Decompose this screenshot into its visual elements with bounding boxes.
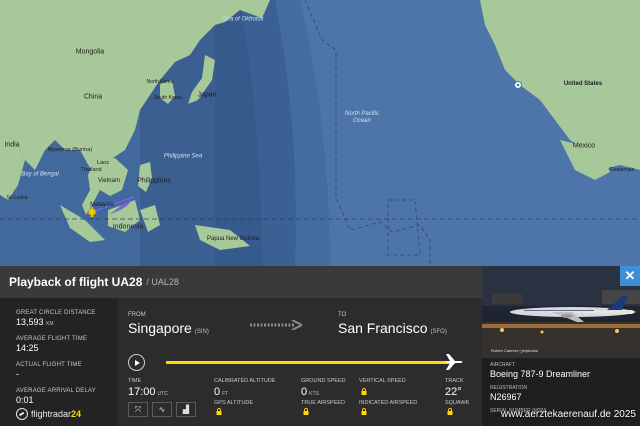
flight-stats: GREAT CIRCLE DISTANCE 13,593 KM AVERAGE … xyxy=(0,298,118,426)
timeline-plane-icon[interactable] xyxy=(441,352,465,372)
stat-value-avg-flight-time: 14:25 xyxy=(16,343,39,353)
watermark: www.aerztekaerenauf.de 2025 xyxy=(500,409,636,420)
calibrated-altitude-value: 0 FT xyxy=(214,386,229,398)
origin-city: Singapore (SIN) xyxy=(128,320,209,336)
north-america-land xyxy=(480,0,640,170)
aircraft-type-value: Boeing 787-9 Dreamliner xyxy=(490,369,591,379)
stat-label-arrival-delay: AVERAGE ARRIVAL DELAY xyxy=(16,388,97,394)
map-label-laos: Laos xyxy=(97,160,109,166)
map-label-south-korea: South Korea xyxy=(154,95,182,101)
track-label: TRACK xyxy=(445,378,464,384)
map-label-guatemala: Guatemala xyxy=(609,167,635,173)
map-label-sea-of-okhotsk: Sea of Okhotsk xyxy=(222,16,264,23)
play-icon xyxy=(134,359,140,366)
map-label-papua-new-guinea: Papua New Guinea xyxy=(206,236,260,242)
stat-value-actual-flight-time: - xyxy=(16,369,19,379)
aircraft-photo[interactable] xyxy=(482,266,640,358)
stat-label-avg-flight-time: AVERAGE FLIGHT TIME xyxy=(16,336,88,342)
flightradar24-logo[interactable]: flightradar 24 xyxy=(16,408,81,420)
map-label-philippines: Philippines xyxy=(137,177,171,185)
playback-title: Playback of flight UA28 xyxy=(9,275,143,289)
expand-icon: ⤧ xyxy=(134,404,142,414)
map-label-indonesia: Indonesia xyxy=(112,223,144,231)
calibrated-altitude-label: CALIBRATED ALTITUDE xyxy=(214,378,276,384)
expand-button[interactable]: ⤧ xyxy=(128,402,148,417)
map-label-vietnam: Vietnam xyxy=(98,178,120,184)
vertical-speed-label: VERTICAL SPEED xyxy=(359,378,406,384)
registration-value: N26967 xyxy=(490,392,522,402)
map-label-north-pacific: North Pacific Ocean xyxy=(344,111,379,124)
map-label-thailand: Thailand xyxy=(80,167,102,173)
map-label-mongolia: Mongolia xyxy=(75,48,105,56)
lock-icon xyxy=(361,408,367,415)
chart-button[interactable]: ▟ xyxy=(176,402,196,417)
ground-speed-label: GROUND SPEED xyxy=(301,378,346,384)
track-value: 22° xyxy=(445,386,462,398)
brand-name: flightradar xyxy=(31,409,72,419)
lock-icon xyxy=(361,388,367,395)
eez-boundary xyxy=(387,199,421,256)
stat-label-actual-flight-time: ACTUAL FLIGHT TIME xyxy=(16,362,82,368)
lock-icon xyxy=(447,408,453,415)
playback-header: Playback of flight UA28 / UAL28 xyxy=(0,266,482,298)
true-airspeed-label: TRUE AIRSPEED xyxy=(301,400,346,406)
map-label-malaysia: Malaysia xyxy=(90,202,114,208)
playback-callsign: / UAL28 xyxy=(146,277,179,287)
route-arrow-icon xyxy=(250,320,302,330)
stat-value-distance: 13,593 KM xyxy=(16,317,54,327)
aircraft-info-card: Ruben Cabrero | jetphotos ✕ AIRCRAFT Boe… xyxy=(482,266,640,426)
map-label-philippine-sea: Philippine Sea xyxy=(163,153,203,160)
aircraft-type-label: AIRCRAFT xyxy=(490,362,515,368)
squawk-label: SQUAWK xyxy=(445,400,470,406)
chart-icon: ▟ xyxy=(182,405,190,414)
from-label: FROM xyxy=(128,312,146,318)
map-label-china: China xyxy=(83,93,103,101)
map-label-north-korea: North Korea xyxy=(146,79,174,85)
destination-marker-icon xyxy=(514,81,522,89)
gps-altitude-label: GPS ALTITUDE xyxy=(214,400,254,406)
map-label-mexico: Mexico xyxy=(572,142,596,150)
map-label-myanmar: Myanmar (Burma) xyxy=(47,147,93,153)
photo-credit[interactable]: Ruben Cabrero | jetphotos xyxy=(491,348,538,353)
map-label-india: India xyxy=(4,141,20,149)
playback-timeline[interactable] xyxy=(166,361,456,364)
lock-icon xyxy=(216,408,222,415)
map-label-sri-lanka: Sri Lanka xyxy=(6,195,28,201)
time-label: TIME xyxy=(128,378,142,384)
fr24-logo-icon xyxy=(16,408,28,420)
brand-number: 24 xyxy=(71,409,82,419)
to-label: TO xyxy=(338,312,347,318)
close-button[interactable]: ✕ xyxy=(620,266,640,286)
time-value: 17:00 UTC xyxy=(128,386,168,398)
fr24-playback-screen: Sea of Okhotsk Mongolia China North Kore… xyxy=(0,0,640,426)
registration-label: REGISTRATION xyxy=(490,385,528,391)
ground-speed-value: 0 KTS xyxy=(301,386,319,398)
close-icon: ✕ xyxy=(624,268,636,283)
route-section: FROM Singapore (SIN) TO San Francisco (SFO… xyxy=(118,298,482,426)
stat-value-arrival-delay: 0:01 xyxy=(16,395,34,405)
map-canvas xyxy=(0,0,640,266)
map-label-united-states: United States xyxy=(563,81,603,87)
world-map[interactable]: Sea of Okhotsk Mongolia China North Kore… xyxy=(0,0,640,266)
indicated-airspeed-label: INDICATED AIRSPEED xyxy=(359,400,418,406)
map-label-japan: Japan xyxy=(197,91,217,99)
map-label-bay-of-bengal: Bay of Bengal xyxy=(21,171,59,178)
lock-icon xyxy=(303,408,309,415)
playback-progress xyxy=(166,361,451,364)
route-button[interactable]: ∿ xyxy=(152,402,172,417)
stat-label-distance: GREAT CIRCLE DISTANCE xyxy=(16,310,96,316)
destination-city: San Francisco (SFO) xyxy=(338,320,447,336)
play-button[interactable] xyxy=(128,354,145,371)
route-icon: ∿ xyxy=(158,405,166,414)
